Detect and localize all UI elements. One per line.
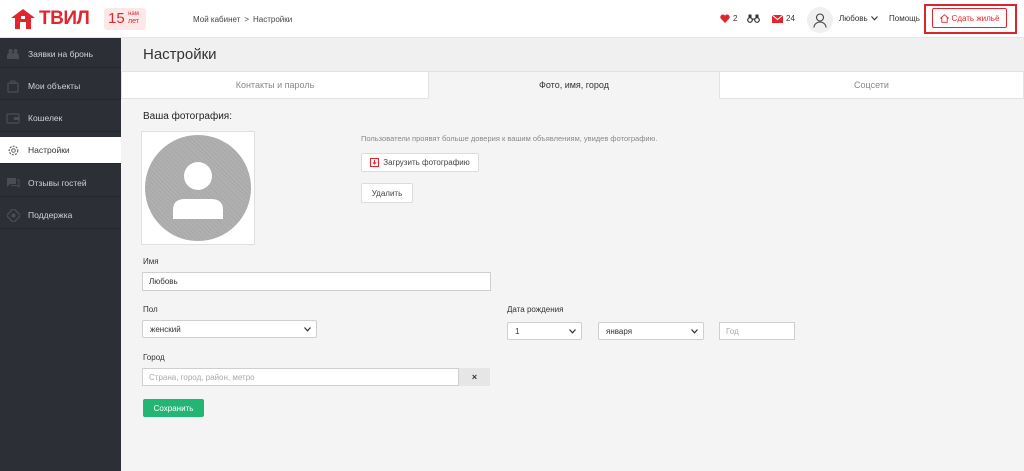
user-silhouette-icon xyxy=(173,162,223,219)
birth-day-select[interactable]: 1 xyxy=(507,322,582,340)
profile-photo xyxy=(141,131,255,245)
sidebar-item-label: Мои объекты xyxy=(28,81,81,91)
birth-month-value: января xyxy=(606,326,633,336)
photo-section-title: Ваша фотография: xyxy=(143,111,232,122)
clear-city-button[interactable]: × xyxy=(459,368,490,386)
user-menu[interactable]: Любовь xyxy=(839,14,878,23)
breadcrumb: Мой кабинет > Настройки xyxy=(193,15,292,24)
tab-contacts-password[interactable]: Контакты и пароль xyxy=(121,71,429,99)
logo[interactable]: ТВИЛ xyxy=(10,7,90,31)
chevron-down-icon xyxy=(691,328,698,334)
birth-year-input[interactable]: Год xyxy=(719,322,795,340)
birth-day-value: 1 xyxy=(515,326,520,336)
user-icon xyxy=(813,12,827,28)
chevron-down-icon xyxy=(304,326,311,332)
heart-icon xyxy=(720,14,730,23)
wallet-icon xyxy=(6,111,20,125)
tab-social[interactable]: Соцсети xyxy=(719,71,1024,99)
anniversary-line1: нам xyxy=(128,11,139,17)
avatar-placeholder xyxy=(145,135,251,241)
breadcrumb-current: Настройки xyxy=(253,15,293,24)
list-property-button[interactable]: Сдать жильё xyxy=(932,8,1007,28)
house-logo-icon xyxy=(11,9,35,29)
anniversary-line2: лет xyxy=(128,18,139,25)
home-outline-icon xyxy=(939,13,949,23)
upload-icon xyxy=(370,158,380,167)
gender-select[interactable]: женский xyxy=(142,320,317,338)
sidebar-item-label: Отзывы гостей xyxy=(28,178,87,188)
list-property-label: Сдать жильё xyxy=(951,13,1000,23)
suitcase-icon xyxy=(6,79,20,93)
settings-tabs: Контакты и пароль Фото, имя, город Соцсе… xyxy=(121,71,1024,99)
upload-photo-button[interactable]: Загрузить фотографию xyxy=(361,153,479,172)
sidebar: Заявки на бронь Мои объекты Кошелек Наст… xyxy=(0,38,121,471)
anniversary-caption: нам лет xyxy=(128,11,139,26)
messages-count: 24 xyxy=(786,14,795,23)
sidebar-item-my-objects[interactable]: Мои объекты xyxy=(0,73,121,100)
city-input[interactable]: Страна, город, район, метро xyxy=(142,368,459,386)
sidebar-item-settings[interactable]: Настройки xyxy=(0,137,121,164)
chat-icon xyxy=(6,176,20,190)
sidebar-item-label: Кошелек xyxy=(28,113,63,123)
messages-link[interactable]: 24 xyxy=(772,14,795,23)
save-button[interactable]: Сохранить xyxy=(143,399,204,417)
help-link[interactable]: Помощь xyxy=(889,14,920,23)
breadcrumb-separator: > xyxy=(244,15,250,24)
name-label: Имя xyxy=(143,257,159,266)
favorites-link[interactable]: 2 xyxy=(720,14,737,23)
sidebar-item-label: Поддержка xyxy=(28,210,73,220)
sidebar-item-reviews[interactable]: Отзывы гостей xyxy=(0,170,121,197)
gender-value: женский xyxy=(150,324,181,334)
gear-icon xyxy=(6,143,20,157)
chevron-down-icon xyxy=(569,328,576,334)
gender-label: Пол xyxy=(143,305,158,314)
user-name: Любовь xyxy=(839,14,868,23)
header: ТВИЛ 15 нам лет Мой кабинет > Настройки … xyxy=(0,0,1024,38)
sidebar-item-bookings[interactable]: Заявки на бронь xyxy=(0,41,121,68)
support-icon xyxy=(6,208,20,222)
binoculars-icon xyxy=(747,14,760,23)
birth-date-label: Дата рождения xyxy=(507,305,564,314)
chevron-down-icon xyxy=(870,16,878,21)
tab-photo-name-city[interactable]: Фото, имя, город xyxy=(428,71,720,99)
photo-hint: Пользователи проявят больше доверия к ва… xyxy=(361,134,658,143)
help-label: Помощь xyxy=(889,14,920,23)
logo-text: ТВИЛ xyxy=(39,8,90,29)
birth-month-select[interactable]: января xyxy=(598,322,704,340)
anniversary-badge: 15 нам лет xyxy=(104,8,146,30)
page-title: Настройки xyxy=(143,46,217,63)
sidebar-item-label: Заявки на бронь xyxy=(28,49,94,59)
envelope-icon xyxy=(772,14,783,23)
name-input[interactable]: Любовь xyxy=(142,272,491,291)
breadcrumb-home[interactable]: Мой кабинет xyxy=(193,15,240,24)
people-icon xyxy=(6,47,20,61)
upload-photo-label: Загрузить фотографию xyxy=(383,158,470,167)
sidebar-item-wallet[interactable]: Кошелек xyxy=(0,105,121,132)
sidebar-item-label: Настройки xyxy=(28,145,70,155)
favorites-count: 2 xyxy=(733,14,738,23)
city-label: Город xyxy=(143,353,165,362)
sidebar-item-support[interactable]: Поддержка xyxy=(0,202,121,229)
delete-photo-button[interactable]: Удалить xyxy=(361,183,413,203)
user-avatar[interactable] xyxy=(807,7,833,33)
compare-link[interactable] xyxy=(747,14,760,23)
anniversary-number: 15 xyxy=(108,10,125,27)
